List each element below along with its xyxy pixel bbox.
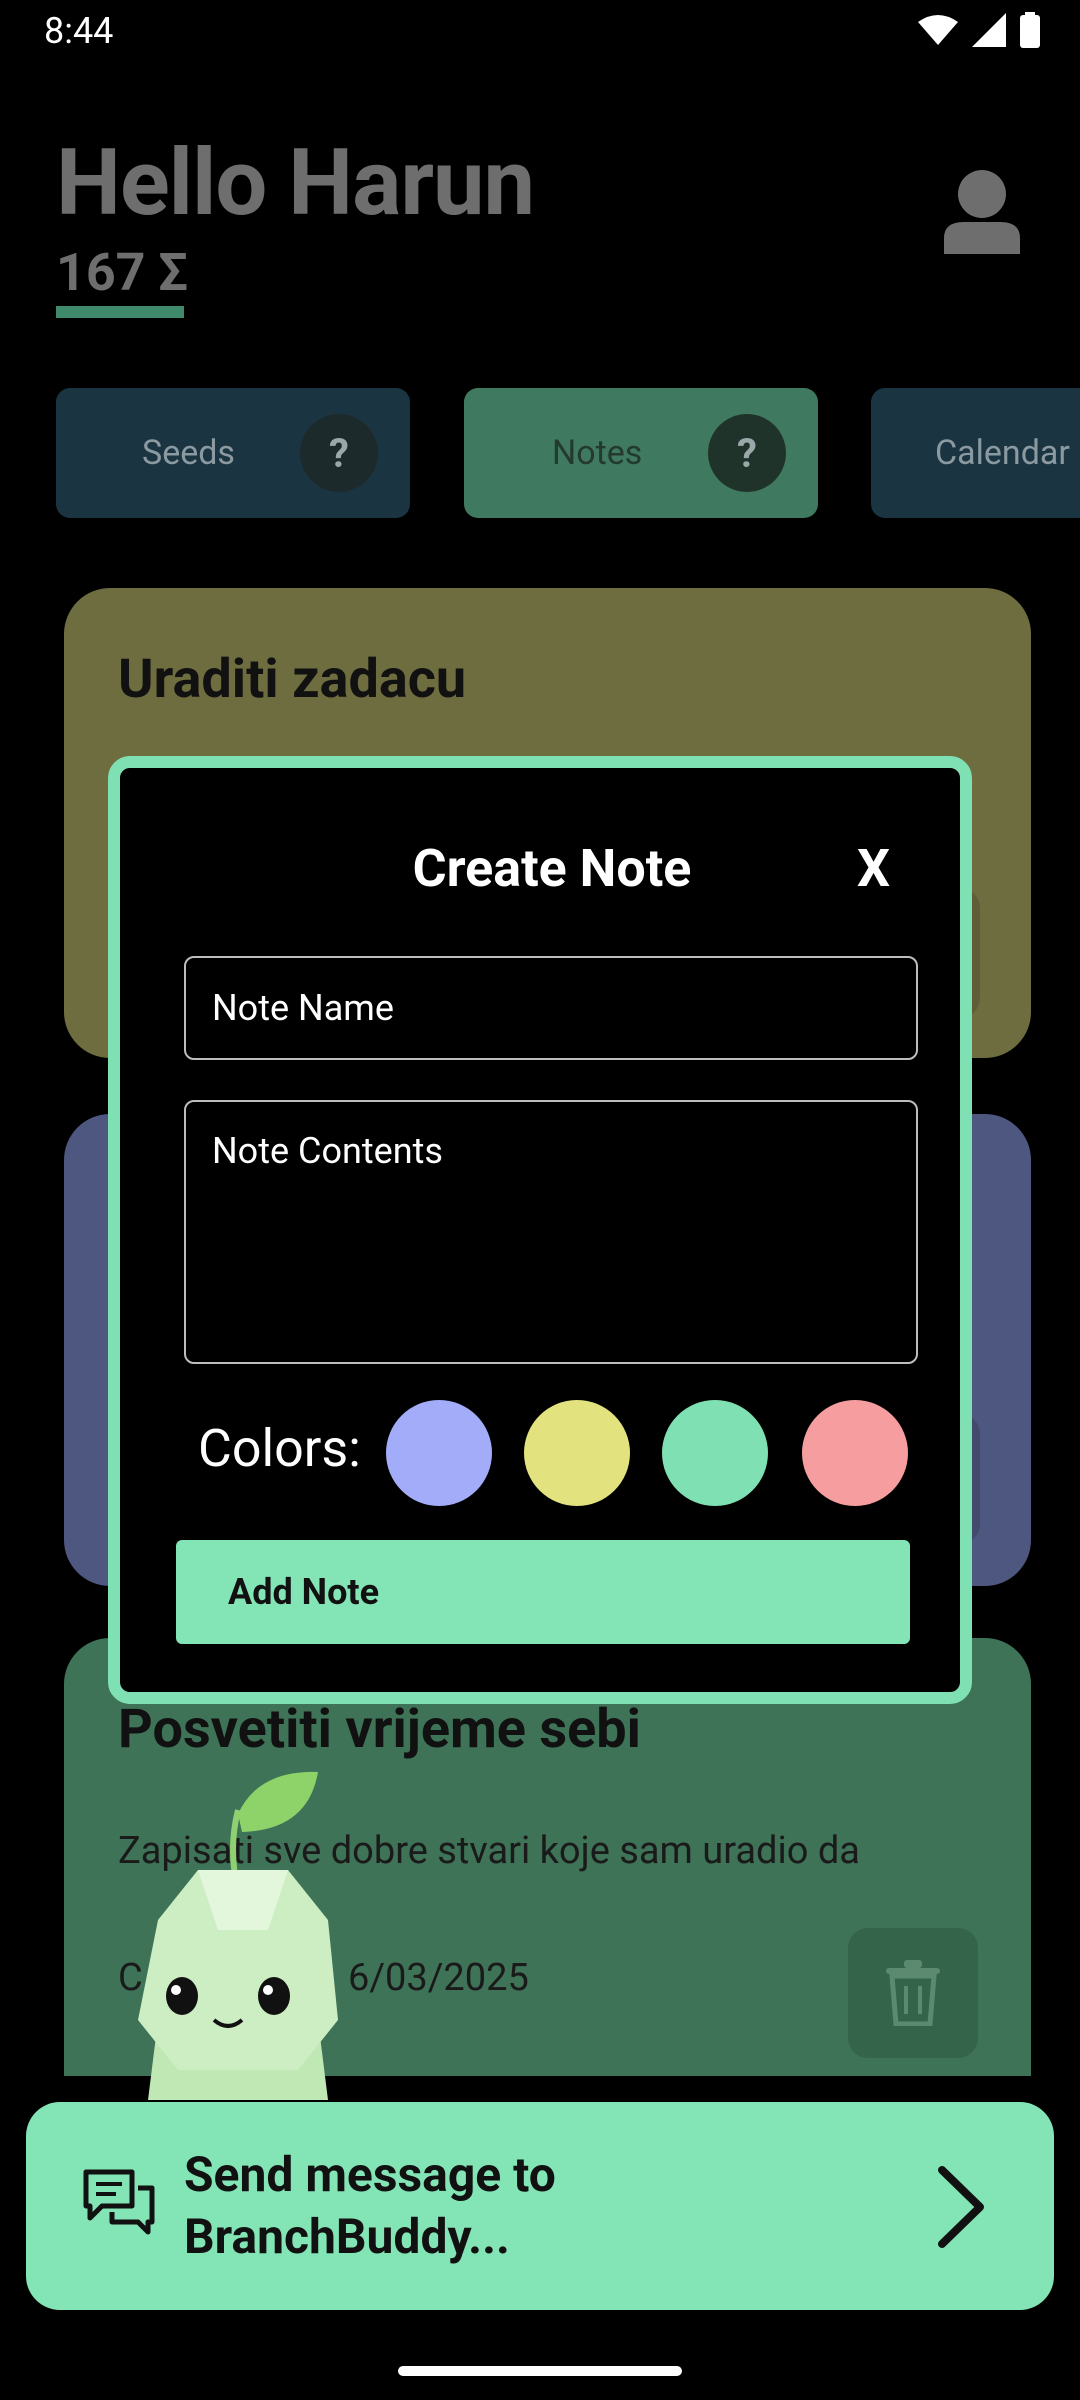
profile-icon[interactable] (944, 168, 1020, 254)
chevron-right-icon[interactable] (936, 2166, 986, 2248)
status-icons (918, 12, 1040, 48)
branchbuddy-mascot-icon (138, 1771, 338, 2100)
delete-button[interactable] (848, 1928, 978, 2058)
note-title: Uraditi zadacu (118, 648, 467, 711)
home-indicator[interactable] (398, 2366, 682, 2376)
note-title: Posvetiti vrijeme sebi (118, 1698, 641, 1761)
send-message-bar[interactable]: Send message to BranchBuddy... (26, 2102, 1054, 2310)
add-note-label: Add Note (228, 1571, 380, 1613)
tab-seeds[interactable]: Seeds ? (56, 388, 410, 518)
points-counter: 167 Σ (56, 242, 188, 303)
status-time: 8:44 (44, 10, 114, 52)
create-note-dialog: Create Note X Colors: Add Note (108, 756, 972, 1704)
signal-icon (972, 13, 1006, 47)
color-swatch-yellow[interactable] (524, 1400, 630, 1506)
note-name-input[interactable] (184, 956, 918, 1060)
trash-icon (886, 1960, 940, 2026)
tab-notes-label: Notes (552, 433, 643, 473)
wifi-icon (918, 15, 958, 45)
send-message-text: Send message to BranchBuddy... (184, 2146, 556, 2265)
chat-icon (83, 2169, 155, 2235)
color-swatch-pink[interactable] (802, 1400, 908, 1506)
close-button[interactable]: X (857, 838, 890, 899)
tab-seeds-label: Seeds (142, 433, 235, 473)
help-icon[interactable]: ? (708, 414, 786, 492)
battery-icon (1020, 12, 1040, 48)
note-contents-input[interactable] (184, 1100, 918, 1364)
add-note-button[interactable]: Add Note (176, 1540, 910, 1644)
colors-label: Colors: (198, 1418, 361, 1479)
dialog-title: Create Note (412, 838, 692, 899)
tab-calendar-label: Calendar (935, 433, 1070, 473)
color-swatch-blue[interactable] (386, 1400, 492, 1506)
note-date: 6/03/2025 (348, 1956, 529, 2000)
greeting-title: Hello Harun (56, 130, 535, 237)
points-underline (56, 306, 184, 318)
tab-notes[interactable]: Notes ? (464, 388, 818, 518)
color-swatch-green[interactable] (662, 1400, 768, 1506)
tab-calendar[interactable]: Calendar (871, 388, 1080, 518)
help-icon[interactable]: ? (300, 414, 378, 492)
